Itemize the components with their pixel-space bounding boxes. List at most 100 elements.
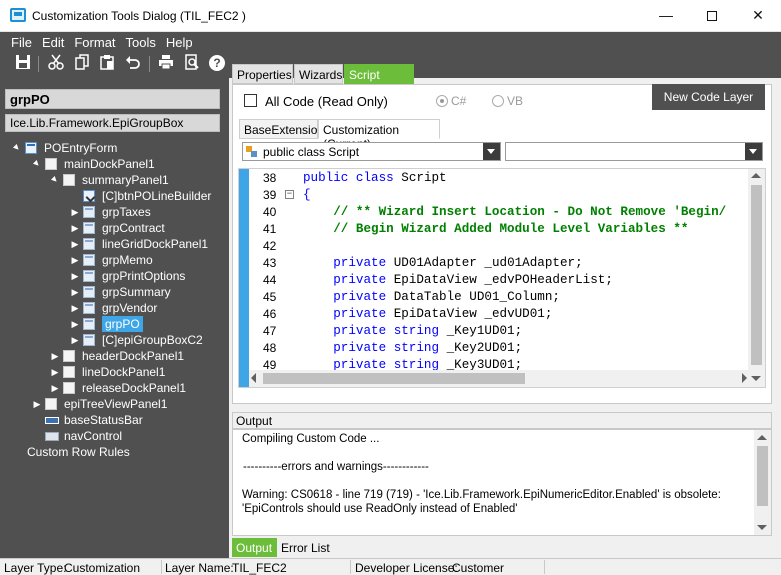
expand-icon[interactable]: ▶ — [50, 364, 60, 380]
tree-node-label: releaseDockPanel1 — [82, 381, 187, 395]
expand-icon[interactable]: ▶ — [50, 380, 60, 396]
control-tree-panel: grpPO Ice.Lib.Framework.EpiGroupBox ▲ POE… — [0, 78, 229, 558]
selected-control-type: Ice.Lib.Framework.EpiGroupBox — [5, 114, 220, 132]
member-selector[interactable] — [505, 142, 763, 161]
code-text: private DataTable UD01_Column; — [303, 289, 560, 306]
print-icon[interactable] — [155, 54, 177, 74]
scroll-down-icon[interactable] — [757, 525, 767, 530]
scroll-up-icon[interactable] — [757, 435, 767, 440]
tab-output[interactable]: Output — [232, 538, 277, 557]
scroll-right-icon[interactable] — [742, 373, 747, 383]
tree-node[interactable]: ▶ grpVendor — [70, 300, 225, 316]
scroll-up-icon[interactable] — [751, 173, 761, 178]
tree-node[interactable]: navControl — [32, 428, 225, 444]
tree-node[interactable]: ▶ grpSummary — [70, 284, 225, 300]
expand-icon[interactable]: ▶ — [70, 220, 80, 236]
code-token: { — [303, 188, 311, 202]
maximize-button[interactable] — [689, 0, 735, 31]
class-selector[interactable]: public class Script — [242, 142, 501, 161]
tree-node[interactable]: ▶ grpPO — [70, 316, 225, 332]
minimize-button[interactable]: — — [643, 0, 689, 31]
tree-node[interactable]: ▶ lineGridDockPanel1 — [70, 236, 225, 252]
print-preview-icon[interactable] — [181, 54, 203, 74]
expand-icon[interactable]: ▶ — [70, 316, 80, 332]
tree-node[interactable]: ▶ grpPrintOptions — [70, 268, 225, 284]
tab-wizards[interactable]: Wizards — [294, 64, 343, 84]
tree-node[interactable]: ▶ grpMemo — [70, 252, 225, 268]
copy-icon[interactable] — [71, 54, 93, 74]
help-icon[interactable]: ? — [206, 54, 228, 74]
code-vertical-scrollbar[interactable] — [748, 169, 765, 387]
expand-icon[interactable]: ▶ — [50, 348, 60, 364]
undo-icon[interactable] — [122, 54, 144, 74]
tab-script-editor[interactable]: Script Editor — [344, 64, 414, 96]
code-token: class — [355, 171, 402, 185]
code-horizontal-scrollbar[interactable] — [249, 370, 749, 387]
panel-icon — [63, 382, 75, 394]
tab-customization-current[interactable]: Customization (Current) — [318, 119, 440, 151]
tree-node[interactable]: ▶ headerDockPanel1 — [50, 348, 225, 364]
tree-node[interactable]: Custom Row Rules — [14, 444, 225, 460]
tree-node[interactable]: ▶ lineDockPanel1 — [50, 364, 225, 380]
tree-node[interactable]: ▶ grpTaxes — [70, 204, 225, 220]
expand-icon[interactable]: ▶ — [70, 236, 80, 252]
expand-icon[interactable]: ▶ — [70, 204, 80, 220]
menu-edit[interactable]: Edit — [37, 33, 69, 51]
cut-icon[interactable] — [45, 54, 67, 74]
vb-radio[interactable] — [492, 95, 504, 107]
menu-file[interactable]: File — [6, 33, 37, 51]
scroll-thumb[interactable] — [751, 185, 762, 365]
menu-help[interactable]: Help — [161, 33, 198, 51]
expand-icon[interactable]: ▶ — [70, 252, 80, 268]
tree-node[interactable]: ▲ summaryPanel1 — [48, 172, 225, 188]
collapse-icon[interactable]: − — [285, 190, 294, 199]
tree-node-label: headerDockPanel1 — [82, 349, 185, 363]
tree-node[interactable]: ▲ POEntryForm — [10, 140, 225, 156]
layer-name-value: TIL_FEC2 — [232, 561, 287, 575]
tree-node[interactable]: ▶ grpContract — [70, 220, 225, 236]
tab-properties[interactable]: Properties — [232, 64, 293, 84]
panel-icon — [63, 366, 75, 378]
tree-node[interactable]: ▶ [C]epiGroupBoxC2 — [70, 332, 225, 348]
close-button[interactable]: ✕ — [735, 0, 781, 31]
new-code-layer-button[interactable]: New Code Layer — [652, 84, 765, 110]
tree-node[interactable]: [C]btnPOLineBuilder — [70, 188, 225, 204]
scroll-thumb[interactable] — [757, 446, 768, 506]
collapse-icon[interactable]: ▲ — [8, 139, 26, 157]
chevron-down-icon[interactable] — [745, 143, 762, 160]
expand-icon[interactable]: ▶ — [70, 284, 80, 300]
menu-format[interactable]: Format — [69, 33, 120, 51]
scroll-left-icon[interactable] — [251, 373, 256, 383]
tab-base-extension[interactable]: BaseExtension — [239, 119, 324, 139]
expand-icon[interactable]: ▶ — [70, 332, 80, 348]
line-number: 45 — [263, 290, 277, 304]
group-icon — [83, 286, 95, 298]
output-line: Warning: CS0618 - line 719 (719) - 'Ice.… — [242, 489, 721, 501]
tree-node-label: grpMemo — [102, 253, 153, 267]
all-code-checkbox[interactable] — [244, 94, 257, 107]
output-vertical-scrollbar[interactable] — [754, 430, 771, 535]
scroll-thumb[interactable] — [263, 373, 525, 384]
paste-icon[interactable] — [96, 54, 118, 74]
expand-icon[interactable]: ▶ — [70, 300, 80, 316]
tree-node[interactable]: ▶ releaseDockPanel1 — [50, 380, 225, 396]
menu-tools[interactable]: Tools — [121, 33, 161, 51]
form-icon — [25, 142, 37, 154]
group-icon — [83, 206, 95, 218]
output-window[interactable]: Compiling Custom Code ... ----------error… — [232, 429, 772, 536]
tree-node[interactable]: ▶ epiTreeViewPanel1 — [32, 396, 225, 412]
code-editor[interactable]: 38 public class Script 39−{40 // ** Wizard… — [238, 168, 766, 388]
tree-node[interactable]: baseStatusBar — [32, 412, 225, 428]
save-icon[interactable] — [12, 54, 34, 74]
collapse-icon[interactable]: ▲ — [46, 171, 64, 189]
code-line: 46 private EpiDataView _edvUD01; — [239, 306, 749, 323]
chevron-down-icon[interactable] — [483, 143, 500, 160]
tab-error-list[interactable]: Error List — [277, 538, 337, 557]
scroll-down-icon[interactable] — [751, 376, 761, 381]
tree-node[interactable]: ▲ mainDockPanel1 — [30, 156, 225, 172]
expand-icon[interactable]: ▶ — [32, 396, 42, 412]
csharp-radio[interactable] — [436, 95, 448, 107]
expand-icon[interactable]: ▶ — [70, 268, 80, 284]
collapse-icon[interactable]: ▲ — [28, 155, 46, 173]
code-line: 47 private string _Key1UD01; — [239, 323, 749, 340]
